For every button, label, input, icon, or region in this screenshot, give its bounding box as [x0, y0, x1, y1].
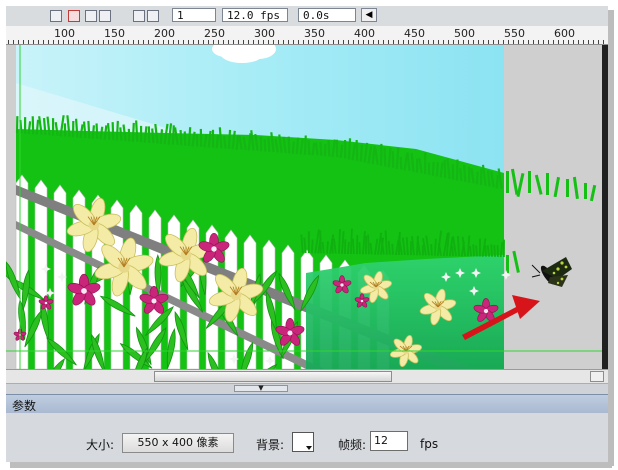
butterfly-icon [531, 257, 572, 287]
ruler-label: 200 [154, 27, 175, 40]
ruler-label: 500 [454, 27, 475, 40]
ruler-label: 350 [304, 27, 325, 40]
timeline-toolbar: 1 12.0 fps 0.0s ◀ [6, 6, 608, 27]
flash-editor-window: 1 12.0 fps 0.0s ◀ 100 150 200 250 300 35… [6, 6, 608, 462]
ruler-label: 450 [404, 27, 425, 40]
onion-outline-icon[interactable] [85, 10, 97, 22]
document-size-button[interactable]: 550 x 400 像素 [122, 433, 234, 453]
scroll-left-icon[interactable]: ◀ [361, 8, 377, 22]
stage-area[interactable] [6, 45, 608, 369]
background-color-swatch[interactable] [292, 432, 314, 452]
frame-rate-field: 12.0 fps [222, 8, 288, 22]
horizontal-ruler: 100 150 200 250 300 350 400 450 500 550 … [6, 26, 608, 45]
onion-markers-icon[interactable] [133, 10, 145, 22]
ruler-label: 150 [104, 27, 125, 40]
panel-collapse-bar: ▼ [6, 383, 608, 394]
scrollbar-thumb[interactable] [154, 371, 392, 382]
framerate-label: 帧频: [338, 438, 367, 452]
ruler-label: 250 [204, 27, 225, 40]
properties-panel-header[interactable]: 参数 [6, 394, 608, 414]
horizontal-scrollbar[interactable] [6, 369, 608, 384]
collapse-panel-button[interactable]: ▼ [234, 385, 288, 392]
stage-artwork [6, 45, 608, 369]
framerate-input[interactable]: 12 [370, 431, 408, 451]
current-frame-field: 1 [172, 8, 216, 22]
ruler-label: 100 [54, 27, 75, 40]
onion-skin-icon[interactable] [68, 10, 80, 22]
trash-icon[interactable] [50, 10, 62, 22]
ruler-label: 550 [504, 27, 525, 40]
elapsed-time-field: 0.0s [298, 8, 356, 22]
fps-unit-label: fps [420, 437, 439, 451]
background-label: 背景: [256, 438, 285, 452]
ruler-label: 400 [354, 27, 375, 40]
modify-markers-icon[interactable] [147, 10, 159, 22]
size-label: 大小: [86, 438, 115, 452]
edit-multiple-frames-icon[interactable] [99, 10, 111, 22]
scroll-right-icon[interactable] [590, 371, 604, 382]
offstage-grass-strokes [506, 168, 597, 273]
ruler-label: 300 [254, 27, 275, 40]
panel-title: 参数 [12, 399, 37, 413]
ruler-label: 600 [554, 27, 575, 40]
